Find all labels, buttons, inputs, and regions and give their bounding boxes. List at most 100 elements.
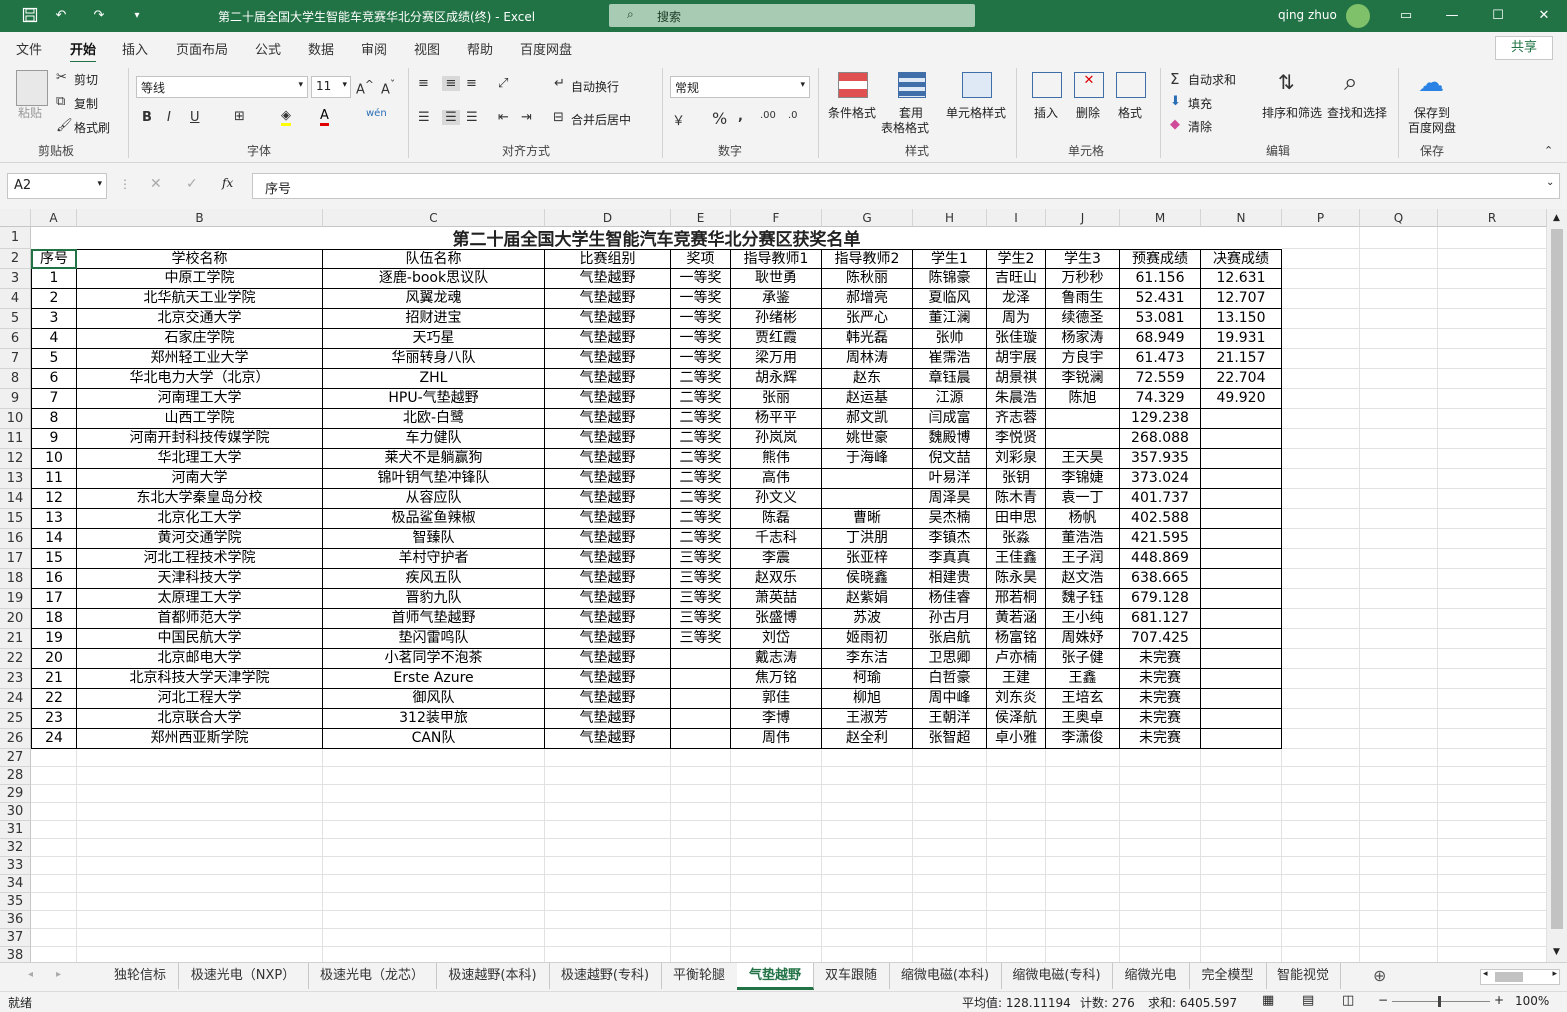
empty-cell[interactable]	[1282, 389, 1360, 409]
empty-cell[interactable]	[545, 947, 671, 962]
empty-cell[interactable]	[1120, 821, 1201, 839]
table-cell[interactable]	[671, 649, 731, 669]
decrease-font-icon[interactable]: Aˇ	[381, 78, 395, 97]
table-cell[interactable]: CAN队	[323, 729, 545, 749]
empty-cell[interactable]	[1282, 821, 1360, 839]
table-cell[interactable]: 13.150	[1201, 309, 1282, 329]
empty-cell[interactable]	[1438, 947, 1547, 962]
empty-cell[interactable]	[1438, 509, 1547, 529]
row-header[interactable]: 32	[0, 839, 31, 857]
table-cell[interactable]	[1201, 469, 1282, 489]
table-cell[interactable]: 吴杰楠	[913, 509, 987, 529]
row-header[interactable]: 23	[0, 669, 31, 689]
empty-cell[interactable]	[1360, 429, 1438, 449]
table-cell[interactable]: 气垫越野	[545, 469, 671, 489]
empty-cell[interactable]	[31, 803, 77, 821]
empty-cell[interactable]	[822, 875, 913, 893]
table-cell[interactable]: 二等奖	[671, 489, 731, 509]
row-header[interactable]: 12	[0, 449, 31, 469]
table-cell[interactable]: 华丽转身八队	[323, 349, 545, 369]
row-header[interactable]: 7	[0, 349, 31, 369]
table-header-cell[interactable]: 序号	[31, 249, 77, 269]
empty-cell[interactable]	[913, 803, 987, 821]
table-cell[interactable]: 王天昊	[1046, 449, 1120, 469]
empty-cell[interactable]	[1201, 875, 1282, 893]
accounting-format-icon[interactable]: ￥	[672, 110, 685, 129]
table-cell[interactable]: 齐志蓉	[987, 409, 1046, 429]
empty-cell[interactable]	[323, 875, 545, 893]
empty-cell[interactable]	[987, 875, 1046, 893]
empty-cell[interactable]	[1438, 669, 1547, 689]
italic-icon[interactable]: I	[167, 110, 171, 125]
table-header-cell[interactable]: 学生2	[987, 249, 1046, 269]
table-cell[interactable]: 华北电力大学（北京）	[77, 369, 323, 389]
empty-cell[interactable]	[1046, 875, 1120, 893]
table-cell[interactable]: 三等奖	[671, 589, 731, 609]
page-break-view-icon[interactable]: ◫	[1342, 993, 1354, 1008]
empty-cell[interactable]	[1360, 409, 1438, 429]
column-header[interactable]: R	[1438, 209, 1547, 227]
table-cell[interactable]: 张佳璇	[987, 329, 1046, 349]
empty-cell[interactable]	[1282, 429, 1360, 449]
table-cell[interactable]	[1201, 509, 1282, 529]
table-cell[interactable]: 679.128	[1120, 589, 1201, 609]
empty-cell[interactable]	[1438, 429, 1547, 449]
empty-cell[interactable]	[731, 821, 822, 839]
sheet-tab[interactable]: 缩微电磁(专科)	[1001, 963, 1113, 989]
cut-button[interactable]: 剪切	[74, 71, 98, 88]
table-cell[interactable]: 3	[31, 309, 77, 329]
table-cell[interactable]: 孙文义	[731, 489, 822, 509]
align-right-icon[interactable]: ☰	[466, 110, 478, 125]
table-cell[interactable]: 陈秋丽	[822, 269, 913, 289]
empty-cell[interactable]	[1282, 549, 1360, 569]
table-cell[interactable]: 郝文凯	[822, 409, 913, 429]
table-cell[interactable]: 15	[31, 549, 77, 569]
table-cell[interactable]: 气垫越野	[545, 629, 671, 649]
wrap-text-icon[interactable]: ↵	[554, 76, 565, 91]
minimize-icon[interactable]: —	[1429, 0, 1475, 32]
empty-cell[interactable]	[987, 857, 1046, 875]
zoom-slider[interactable]	[1392, 1001, 1490, 1002]
empty-cell[interactable]	[987, 839, 1046, 857]
empty-cell[interactable]	[987, 929, 1046, 947]
empty-cell[interactable]	[1282, 947, 1360, 962]
table-cell[interactable]: 袁一丁	[1046, 489, 1120, 509]
table-cell[interactable]: 李悦贤	[987, 429, 1046, 449]
avatar[interactable]	[1346, 4, 1370, 28]
table-cell[interactable]: 相建贵	[913, 569, 987, 589]
table-cell[interactable]: 三等奖	[671, 629, 731, 649]
table-cell[interactable]: 王培玄	[1046, 689, 1120, 709]
align-top-icon[interactable]: ≡	[418, 76, 429, 91]
table-cell[interactable]: 气垫越野	[545, 569, 671, 589]
empty-cell[interactable]	[1438, 821, 1547, 839]
empty-cell[interactable]	[1360, 569, 1438, 589]
sheet-tab[interactable]: 独轮信标	[102, 963, 179, 989]
table-cell[interactable]: 北欧-白鹭	[323, 409, 545, 429]
table-cell[interactable]: 首师气垫越野	[323, 609, 545, 629]
table-cell[interactable]: 周伟	[731, 729, 822, 749]
empty-cell[interactable]	[987, 947, 1046, 962]
empty-cell[interactable]	[77, 947, 323, 962]
empty-cell[interactable]	[1201, 893, 1282, 911]
table-cell[interactable]: 53.081	[1120, 309, 1201, 329]
table-cell[interactable]: 401.737	[1120, 489, 1201, 509]
table-cell[interactable]: 王鑫	[1046, 669, 1120, 689]
empty-cell[interactable]	[545, 785, 671, 803]
table-cell[interactable]	[1046, 409, 1120, 429]
table-cell[interactable]: 二等奖	[671, 389, 731, 409]
empty-cell[interactable]	[671, 821, 731, 839]
column-header[interactable]: F	[731, 209, 822, 227]
table-cell[interactable]: 一等奖	[671, 329, 731, 349]
table-cell[interactable]: 侯泽航	[987, 709, 1046, 729]
column-header[interactable]: J	[1046, 209, 1120, 227]
empty-cell[interactable]	[1438, 349, 1547, 369]
formula-input[interactable]: 序号	[252, 173, 1560, 199]
zoom-slider-thumb[interactable]	[1438, 996, 1441, 1007]
empty-cell[interactable]	[1438, 589, 1547, 609]
table-cell[interactable]: 二等奖	[671, 449, 731, 469]
table-cell[interactable]: 2	[31, 289, 77, 309]
table-cell[interactable]: 张淼	[987, 529, 1046, 549]
table-cell[interactable]: 421.595	[1120, 529, 1201, 549]
table-cell[interactable]: 白哲豪	[913, 669, 987, 689]
table-cell[interactable]: 姚世豪	[822, 429, 913, 449]
